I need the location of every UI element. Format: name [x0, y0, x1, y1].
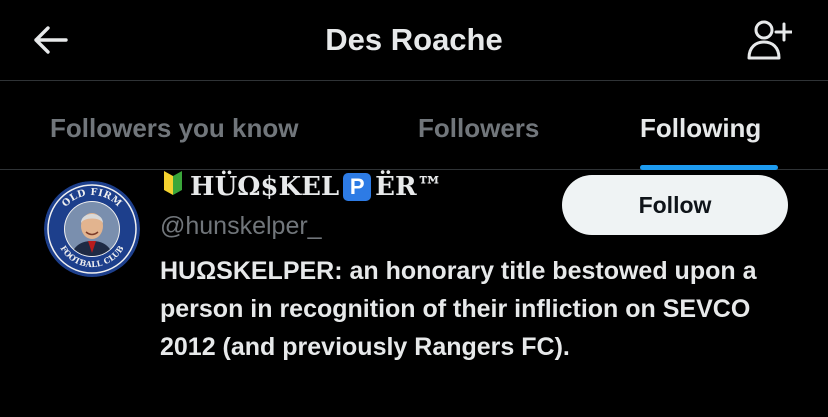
tab-bar: Followers you know Followers Following — [0, 81, 828, 170]
tab-followers-you-know[interactable]: Followers you know — [50, 111, 298, 145]
japanese-beginner-symbol-icon — [162, 170, 184, 204]
page-title: Des Roache — [325, 22, 503, 57]
user-display-name[interactable]: HÜΩ$KEL P ËR™ — [162, 170, 443, 204]
tab-following[interactable]: Following — [640, 111, 761, 145]
user-name-part-1: HÜΩ$KEL — [190, 172, 340, 202]
person-add-icon — [747, 20, 792, 60]
avatar[interactable]: OLD FIRM FOOTBALL CLUB — [44, 181, 140, 277]
follow-button[interactable]: Follow — [562, 175, 788, 235]
user-handle: @hunskelper_ — [160, 212, 322, 240]
active-tab-indicator — [640, 165, 778, 170]
tab-followers[interactable]: Followers — [418, 111, 539, 145]
user-bio: HUΩSKELPER: an honorary title bestowed u… — [160, 257, 757, 361]
top-bar: Des Roache — [0, 0, 828, 81]
user-name-part-2: ËR™ — [375, 172, 443, 202]
add-user-button[interactable] — [738, 14, 798, 66]
parking-icon: P — [343, 173, 372, 201]
